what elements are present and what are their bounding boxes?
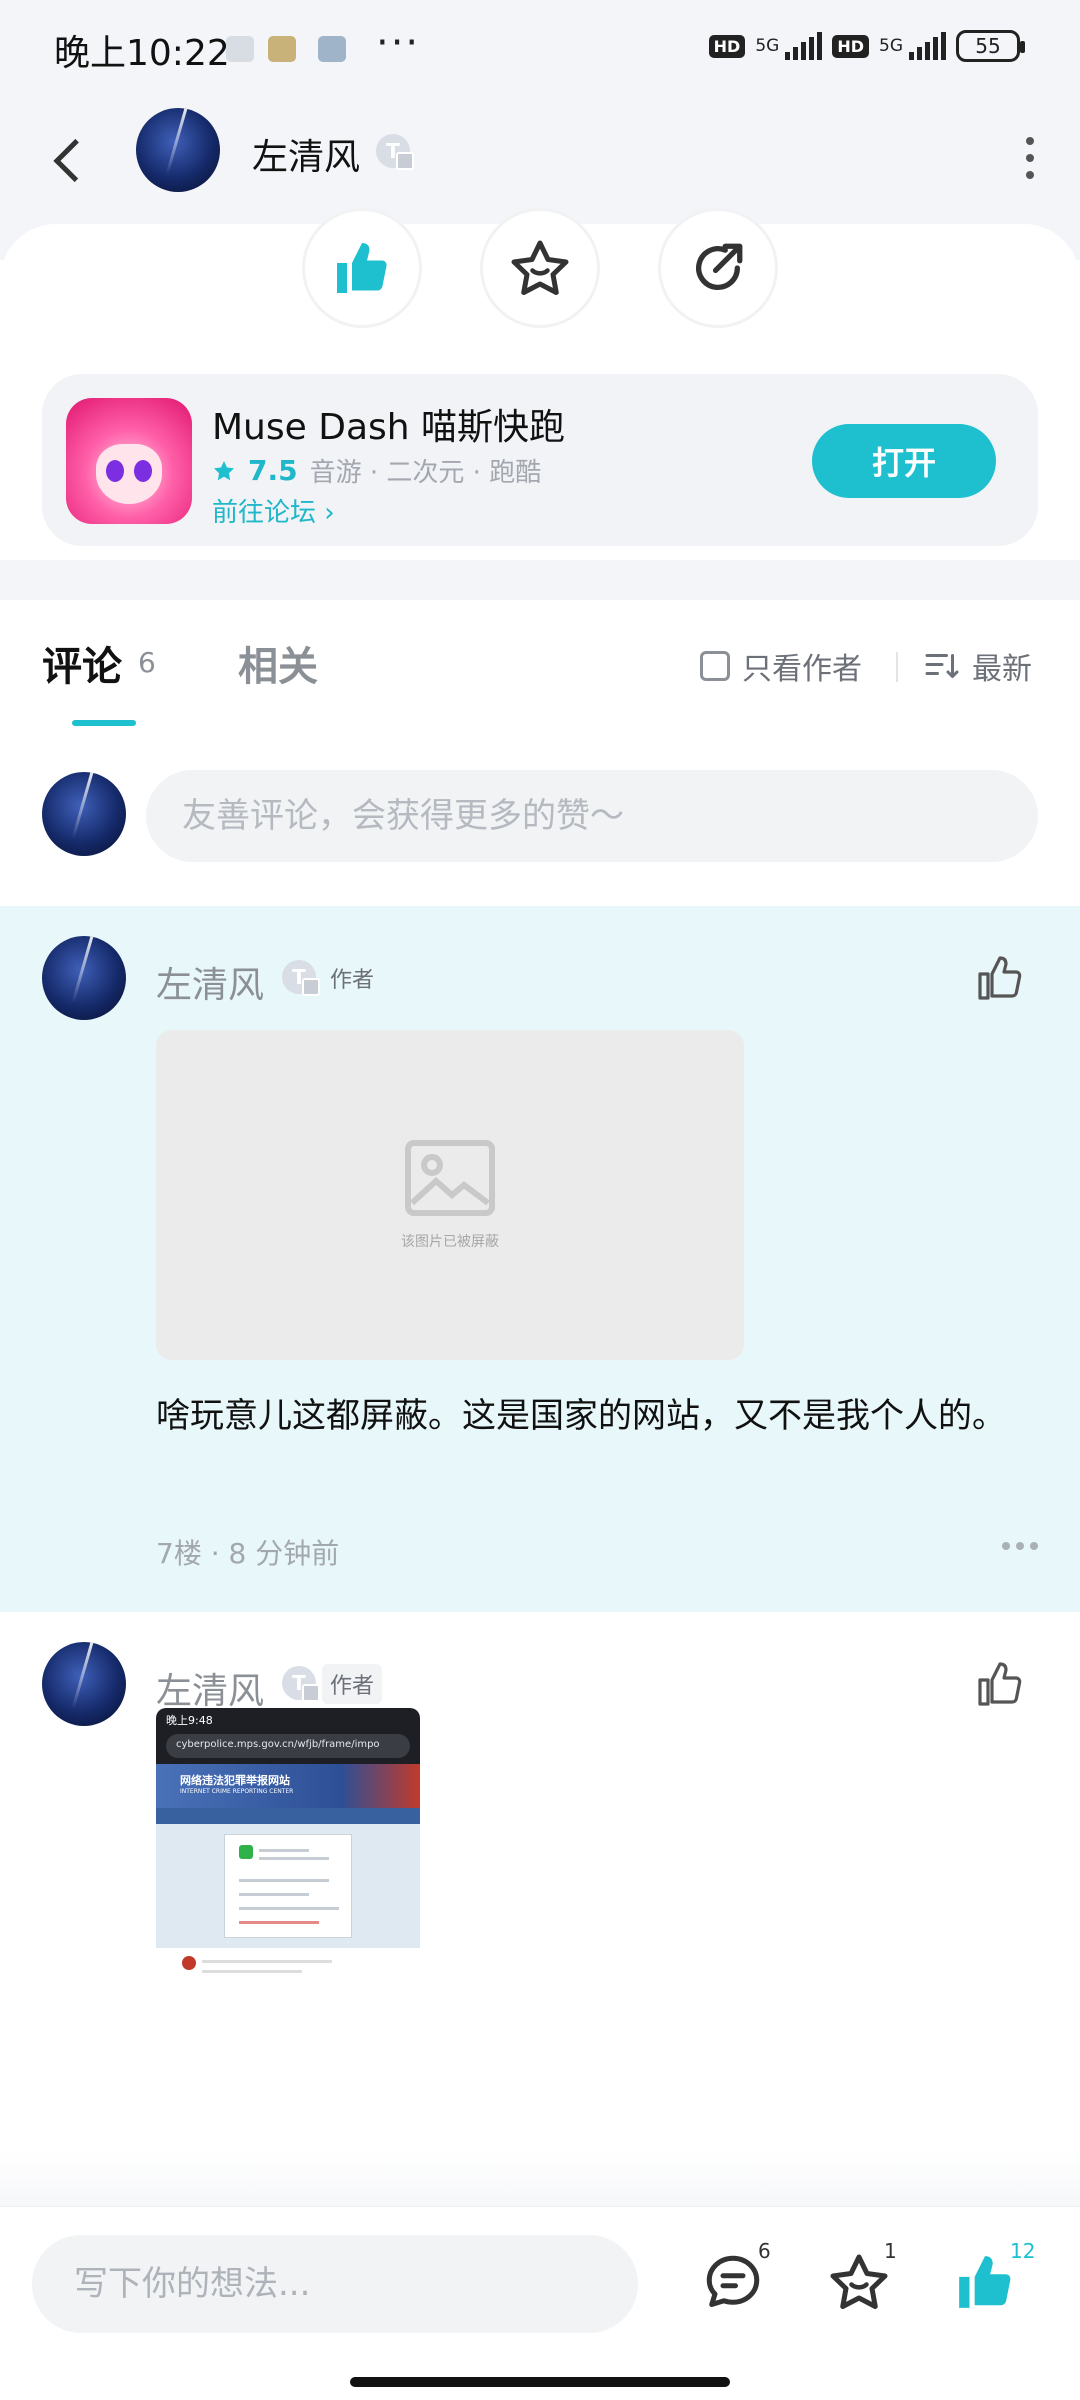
- more-notifications-icon: ···: [376, 20, 421, 66]
- app-icon[interactable]: [66, 398, 192, 524]
- status-indicators: HD 5G HD 5G 55: [708, 30, 1025, 62]
- divider: [896, 652, 898, 682]
- blocked-image-notice: 该图片已被屏蔽: [401, 1234, 499, 1250]
- back-button[interactable]: [50, 130, 90, 190]
- home-indicator[interactable]: [350, 2377, 730, 2387]
- screenshot-status-bar: 晚上9:48: [156, 1708, 420, 1730]
- only-author-toggle[interactable]: 只看作者: [700, 644, 862, 688]
- screenshot-url-bar: cyberpolice.mps.gov.cn/wfjb/frame/impo: [156, 1730, 420, 1764]
- share-post-button[interactable]: [658, 208, 778, 328]
- author-tag: 作者: [330, 968, 375, 993]
- comment-like-icon[interactable]: [976, 1662, 1024, 1706]
- app-name: Muse Dash 喵斯快跑: [212, 407, 566, 448]
- star-icon: [830, 2254, 888, 2309]
- hd-badge-2: HD: [832, 34, 869, 58]
- thumbs-up-icon: [959, 2256, 1011, 2308]
- author-avatar[interactable]: [136, 108, 220, 192]
- author-tag: 作者: [322, 1664, 383, 1704]
- comment-like-icon[interactable]: [976, 956, 1024, 1000]
- forum-link-label: 前往论坛: [212, 498, 317, 528]
- battery-icon: 55: [956, 30, 1025, 62]
- bottom-bar: 6 1 12: [0, 2206, 1080, 2400]
- share-icon: [696, 243, 743, 290]
- comment-item: 左清风 T 作者 该图片已被屏蔽 啥玩意儿这都屏蔽。这是国家的网站，又不是我个人…: [0, 906, 1080, 1612]
- comment-more-button[interactable]: [1002, 1542, 1038, 1550]
- comment-text: 啥玩意儿这都屏蔽。这是国家的网站，又不是我个人的。: [156, 1396, 1006, 1436]
- sort-icon: [925, 654, 959, 678]
- rating-star-icon: [214, 460, 234, 480]
- write-thoughts-input[interactable]: [32, 2235, 638, 2333]
- app-rating: 7.5: [248, 454, 298, 487]
- comment-user-name[interactable]: 左清风: [156, 1662, 264, 1714]
- more-options-button[interactable]: [1018, 128, 1042, 188]
- sort-label: 最新: [972, 652, 1032, 687]
- checkbox-icon[interactable]: [700, 651, 730, 681]
- active-tab-indicator: [72, 720, 136, 726]
- chevron-right-icon: ›: [324, 498, 335, 528]
- meituan-icon: [268, 36, 296, 62]
- screenshot-banner: 网络违法犯罪举报网站 INTERNET CRIME REPORTING CENT…: [156, 1764, 420, 1808]
- police-emblem-icon: [182, 1956, 196, 1970]
- comment-avatar[interactable]: [42, 1642, 126, 1726]
- forum-link[interactable]: 前往论坛 ›: [212, 492, 335, 529]
- comment-screenshot-image[interactable]: 晚上9:48 cyberpolice.mps.gov.cn/wfjb/frame…: [156, 1708, 420, 2006]
- favorite-post-button[interactable]: [480, 208, 600, 328]
- sort-button[interactable]: 最新: [924, 644, 1032, 688]
- success-check-icon: [239, 1845, 253, 1859]
- comment-input-row: [0, 730, 1080, 906]
- favorite-count-badge: 1: [884, 2239, 897, 2263]
- like-post-button[interactable]: [302, 208, 422, 328]
- screenshot-banner-subtitle: INTERNET CRIME REPORTING CENTER: [180, 1788, 294, 1795]
- signal-icon: [785, 32, 823, 60]
- app-meta: 7.5 音游 · 二次元 · 跑酷: [212, 452, 541, 489]
- network-type-2: 5G: [879, 36, 903, 56]
- screenshot-nav: [156, 1808, 420, 1824]
- signal-icon-2: [909, 32, 946, 60]
- star-icon: [511, 240, 569, 295]
- comments-count-badge: 6: [758, 2239, 771, 2263]
- screenshot-url: cyberpolice.mps.gov.cn/wfjb/frame/impo: [166, 1734, 410, 1758]
- app-tags: 音游 · 二次元 · 跑酷: [309, 458, 542, 488]
- my-avatar[interactable]: [42, 772, 126, 856]
- comment-item: 左清风 T 作者 晚上9:48 cyberpolice.mps.gov.cn/w…: [0, 1612, 1080, 2150]
- bottom-fade: [0, 2150, 1080, 2206]
- network-type: 5G: [755, 36, 780, 56]
- map-icon: [318, 36, 346, 62]
- status-bar: 晚上10:22 ··· HD 5G HD 5G 55: [0, 0, 1080, 100]
- level-badge-icon: T: [282, 960, 320, 996]
- image-placeholder-icon: [405, 1140, 495, 1216]
- comments-count: 6: [138, 646, 156, 679]
- comment-bubble-icon: [706, 2255, 760, 2307]
- tab-related[interactable]: 相关: [238, 634, 318, 692]
- hd-badge: HD: [708, 34, 746, 58]
- app-card[interactable]: Muse Dash 喵斯快跑 7.5 音游 · 二次元 · 跑酷 前往论坛 › …: [42, 374, 1038, 546]
- screenshot-time: 晚上9:48: [166, 1714, 213, 1727]
- comment-meta: 7楼 · 8 分钟前: [156, 1537, 340, 1570]
- open-app-button[interactable]: 打开: [812, 424, 996, 498]
- level-badge-icon: T: [282, 1666, 320, 1702]
- screenshot-body: [156, 1824, 420, 1948]
- comment-tabs: 评论 6 相关 只看作者 最新: [0, 600, 1080, 730]
- thumbs-up-icon: [337, 243, 387, 293]
- blocked-image[interactable]: 该图片已被屏蔽: [156, 1030, 744, 1360]
- like-count-badge: 12: [1010, 2239, 1036, 2263]
- status-time: 晚上10:22: [54, 33, 230, 74]
- only-author-label: 只看作者: [742, 652, 862, 687]
- screenshot-banner-title: 网络违法犯罪举报网站: [180, 1774, 290, 1787]
- screenshot-dialog: [224, 1834, 352, 1938]
- tab-comments[interactable]: 评论: [42, 634, 122, 692]
- author-name[interactable]: 左清风: [252, 128, 360, 180]
- screenshot-footer: [156, 1948, 420, 2006]
- comment-user-name[interactable]: 左清风: [156, 956, 264, 1008]
- header: 左清风 T: [0, 100, 1080, 220]
- notification-icon: [226, 36, 254, 62]
- comment-avatar[interactable]: [42, 936, 126, 1020]
- level-badge-icon: T: [376, 134, 414, 170]
- comment-input[interactable]: [146, 770, 1038, 862]
- section-divider: [0, 560, 1080, 600]
- post-card: Muse Dash 喵斯快跑 7.5 音游 · 二次元 · 跑酷 前往论坛 › …: [0, 208, 1080, 600]
